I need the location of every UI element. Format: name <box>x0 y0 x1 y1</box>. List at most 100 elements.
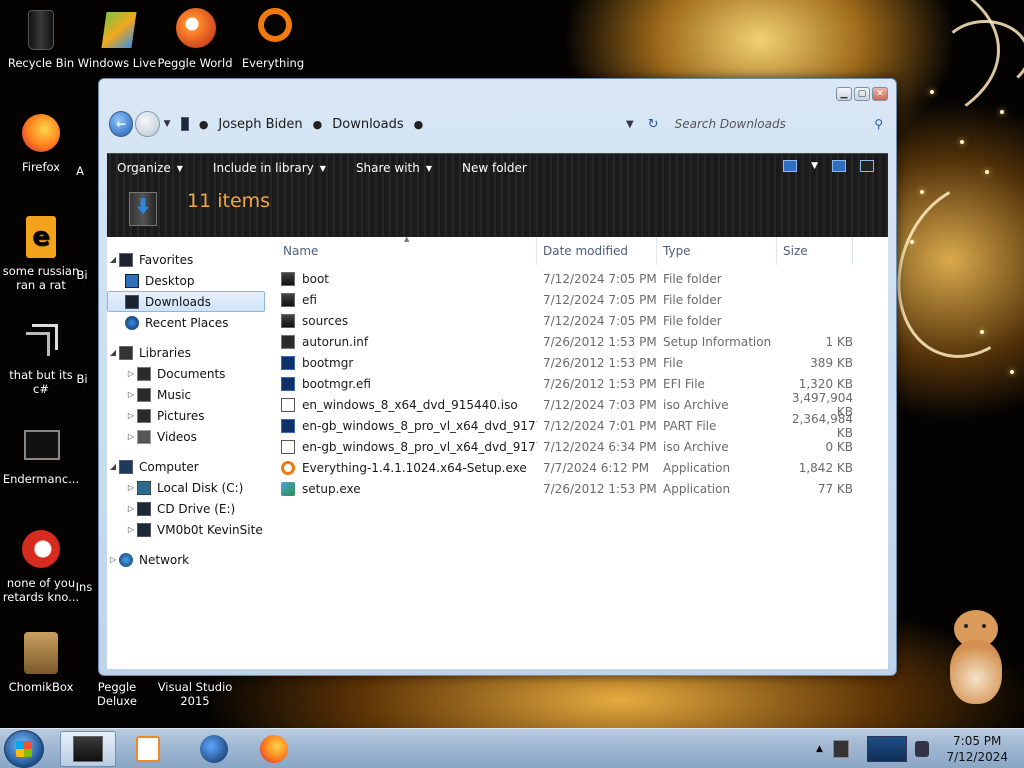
column-date-modified[interactable]: Date modified <box>537 237 657 265</box>
include-in-library-button[interactable]: Include in library ▼ <box>213 161 326 175</box>
minimize-button[interactable]: ▁ <box>836 87 852 101</box>
item-count: 11 items <box>187 190 271 212</box>
taskbar-explorer[interactable] <box>60 731 116 767</box>
recent-pages-dropdown[interactable]: ▼ <box>164 119 175 129</box>
desktop-icon-partial[interactable]: Bi <box>62 372 102 386</box>
tray-volume-icon[interactable] <box>914 741 929 757</box>
file-name: Everything-1.4.1.1024.x64-Setup.exe <box>302 460 527 475</box>
expand-arrow-icon[interactable]: ▷ <box>125 525 137 534</box>
nav-documents[interactable]: ▷ Documents <box>107 363 275 384</box>
nav-music[interactable]: ▷ Music <box>107 384 275 405</box>
file-type: PART File <box>663 418 717 433</box>
file-row[interactable]: boot 7/12/2024 7:05 PM File folder <box>277 268 888 289</box>
videos-icon <box>137 429 151 444</box>
help-icon[interactable] <box>860 160 874 172</box>
column-type[interactable]: Type <box>657 237 777 265</box>
wallpaper-spark <box>1000 110 1004 114</box>
expand-arrow-icon[interactable]: ◢ <box>107 348 119 357</box>
file-row[interactable]: sources 7/12/2024 7:05 PM File folder <box>277 310 888 331</box>
tray-network-icon[interactable] <box>866 736 907 762</box>
search-box[interactable]: Search Downloads ⚲ <box>669 112 889 136</box>
explorer-window[interactable]: ▁ ▢ ✕ ← ▼ ● Joseph Biden ● Downloads ● ▼… <box>98 78 897 676</box>
nav-recent-places[interactable]: Recent Places <box>107 312 275 333</box>
expand-arrow-icon[interactable]: ▷ <box>125 369 137 378</box>
nav-desktop[interactable]: Desktop <box>107 270 275 291</box>
expand-arrow-icon[interactable]: ▷ <box>125 411 137 420</box>
desktop-icon-recycle-bin[interactable]: Recycle Bin <box>0 6 82 70</box>
desktop-icon-partial[interactable]: Ins <box>66 580 102 594</box>
breadcrumb-separator[interactable]: ● <box>199 118 209 131</box>
file-row[interactable]: bootmgr 7/26/2012 1:53 PM File 389 KB <box>277 352 888 373</box>
breadcrumb-item[interactable]: Joseph Biden <box>218 117 302 132</box>
refresh-icon[interactable]: ↻ <box>648 117 659 132</box>
desktop-icon-partial[interactable]: A <box>60 164 100 178</box>
breadcrumb-item[interactable]: Downloads <box>332 117 403 132</box>
file-size: 1 KB <box>825 334 853 349</box>
file-row[interactable]: efi 7/12/2024 7:05 PM File folder <box>277 289 888 310</box>
taskbar-firefox[interactable] <box>246 731 302 767</box>
close-button[interactable]: ✕ <box>872 87 888 101</box>
folder-icon <box>281 271 295 286</box>
column-size[interactable]: Size <box>777 237 853 265</box>
breadcrumb-separator[interactable]: ● <box>313 118 323 131</box>
change-view-icon[interactable] <box>783 160 798 172</box>
file-name-cell: autorun.inf <box>277 334 537 349</box>
forward-button[interactable] <box>135 111 160 137</box>
file-row[interactable]: setup.exe 7/26/2012 1:53 PM Application 77 … <box>277 478 888 499</box>
nav-favorites[interactable]: ◢ Favorites <box>107 249 275 270</box>
file-row[interactable]: en-gb_windows_8_pro_vl_x64_dvd_91770... 7… <box>277 436 888 457</box>
nav-libraries[interactable]: ◢ Libraries <box>107 342 275 363</box>
search-input[interactable]: Search Downloads <box>675 117 786 131</box>
nav-cd-drive[interactable]: ▷ CD Drive (E:) <box>107 498 275 519</box>
taskbar-browser[interactable] <box>186 731 242 767</box>
nav-pictures[interactable]: ▷ Pictures <box>107 405 275 426</box>
file-row[interactable]: en-gb_windows_8_pro_vl_x64_dvd_91770... 7… <box>277 412 888 440</box>
nav-network[interactable]: ▷ Network <box>107 549 275 570</box>
breadcrumb-separator[interactable]: ● <box>414 118 424 131</box>
expand-arrow-icon[interactable]: ▷ <box>125 390 137 399</box>
desktop-icon-endermanch[interactable]: Endermanc... <box>0 422 82 486</box>
system-tray: ▲ 7:05 PM 7/12/2024 <box>810 729 1024 768</box>
address-bar: ← ▼ ● Joseph Biden ● Downloads ● ▼ ↻ Sea… <box>109 109 889 139</box>
desktop-icon-everything[interactable]: Everything <box>232 6 314 70</box>
expand-arrow-icon[interactable]: ▷ <box>125 432 137 441</box>
hamster-gadget[interactable] <box>944 610 1006 706</box>
start-button[interactable] <box>4 730 44 768</box>
file-row[interactable]: Everything-1.4.1.1024.x64-Setup.exe 7/7/2… <box>277 457 888 478</box>
expand-arrow-icon[interactable]: ▷ <box>125 483 137 492</box>
nav-downloads[interactable]: Downloads <box>107 291 265 312</box>
file-type: iso Archive <box>663 397 729 412</box>
share-with-button[interactable]: Share with ▼ <box>356 161 432 175</box>
preview-pane-icon[interactable] <box>832 160 846 172</box>
nav-computer[interactable]: ◢ Computer <box>107 456 275 477</box>
file-row[interactable]: autorun.inf 7/26/2012 1:53 PM Setup Inform… <box>277 331 888 352</box>
expand-arrow-icon[interactable]: ▷ <box>125 504 137 513</box>
clock-time: 7:05 PM <box>953 734 1002 748</box>
tray-app-icon[interactable] <box>832 740 849 758</box>
desktop-icon-peggle-world[interactable]: Peggle World <box>154 6 236 70</box>
organize-button[interactable]: Organize ▼ <box>117 161 183 175</box>
view-dropdown-arrow[interactable]: ▼ <box>811 161 818 171</box>
taskbar-media-player[interactable] <box>120 731 176 767</box>
setup-info-icon <box>281 334 295 349</box>
new-folder-button[interactable]: New folder <box>462 161 527 175</box>
breadcrumb[interactable]: ● Joseph Biden ● Downloads ● <box>180 111 618 137</box>
desktop-icon-partial[interactable]: Bi <box>62 268 102 282</box>
search-icon[interactable]: ⚲ <box>874 117 883 131</box>
file-size: 1,320 KB <box>798 376 853 391</box>
clock[interactable]: 7:05 PM 7/12/2024 <box>946 733 1008 765</box>
desktop-icon-windows-live[interactable]: Windows Live <box>76 6 158 70</box>
desktop-icon-chomikbox[interactable]: ChomikBox <box>0 630 82 694</box>
show-hidden-icons-button[interactable]: ▲ <box>816 744 823 754</box>
back-button[interactable]: ← <box>109 111 134 137</box>
expand-arrow-icon[interactable]: ▷ <box>107 555 119 564</box>
expand-arrow-icon[interactable]: ◢ <box>107 255 119 264</box>
desktop-icon-label: Windows Live <box>77 56 157 70</box>
expand-arrow-icon[interactable]: ◢ <box>107 462 119 471</box>
nav-vm-share[interactable]: ▷ VM0b0t KevinSite <box>107 519 275 540</box>
iso-icon <box>281 397 295 412</box>
address-dropdown-arrow[interactable]: ▼ <box>626 119 634 130</box>
nav-videos[interactable]: ▷ Videos <box>107 426 275 447</box>
nav-local-disk[interactable]: ▷ Local Disk (C:) <box>107 477 275 498</box>
maximize-button[interactable]: ▢ <box>854 87 870 101</box>
